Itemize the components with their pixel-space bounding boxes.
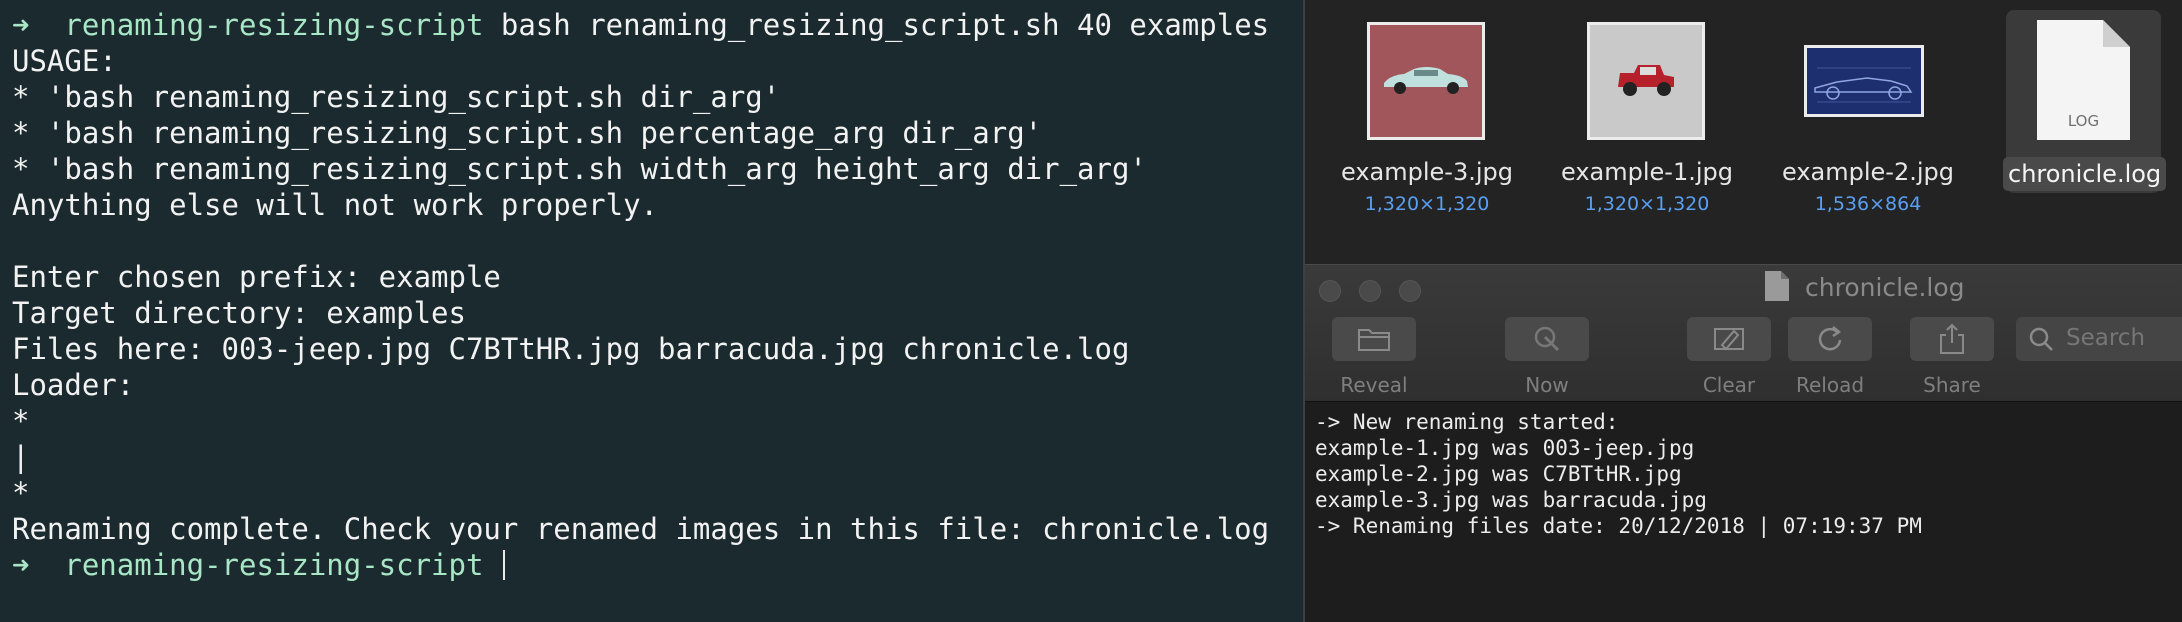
terminal-window[interactable]: ➜ renaming-resizing-script bash renaming… — [0, 0, 1303, 622]
toolbar-label: Reload — [1795, 373, 1865, 397]
toolbar-reload[interactable]: Reload — [1775, 317, 1885, 397]
log-line: example-1.jpg was 003-jeep.jpg — [1315, 436, 1695, 460]
search-icon — [2029, 327, 2053, 351]
terminal-command: bash renaming_resizing_script.sh 40 exam… — [500, 8, 1270, 42]
log-icon-label: LOG — [2067, 112, 2100, 130]
race-car-icon — [1814, 67, 1913, 103]
terminal-output-line: * 'bash renaming_resizing_script.sh dir_… — [12, 80, 781, 114]
toolbar-label: Now — [1525, 373, 1569, 397]
file-item-example-2[interactable]: example-2.jpg 1,536×864 — [1768, 0, 1968, 264]
share-icon — [1940, 323, 1964, 354]
toolbar-reveal[interactable]: Reveal — [1319, 317, 1429, 397]
file-name-selected[interactable]: chronicle.log — [2003, 157, 2167, 191]
terminal-output-line: Loader: — [12, 368, 135, 402]
now-button[interactable] — [1505, 317, 1589, 361]
prompt-arrow-icon: ➜ — [12, 548, 30, 582]
terminal-output-line: * — [12, 476, 30, 510]
now-icon — [1534, 326, 1560, 352]
red-car-thumbnail — [1367, 22, 1485, 140]
clear-button[interactable] — [1687, 317, 1771, 361]
minimize-button[interactable] — [1359, 280, 1381, 302]
toolbar-label: Reveal — [1340, 373, 1408, 397]
document-icon — [1765, 271, 1789, 307]
folder-icon — [1358, 329, 1390, 351]
file-dimensions: 1,536×864 — [1814, 193, 1922, 215]
console-window: chronicle.log Reveal Now Clear Reload Sh… — [1305, 264, 2182, 622]
zoom-button[interactable] — [1399, 280, 1421, 302]
file-item-example-1[interactable]: example-1.jpg 1,320×1,320 — [1547, 0, 1747, 264]
terminal-command-line: ➜ renaming-resizing-script bash renaming… — [12, 7, 1303, 43]
terminal-prompt-line[interactable]: ➜ renaming-resizing-script — [12, 547, 1303, 583]
terminal-output-line: Files here: 003-jeep.jpg C7BTtHR.jpg bar… — [12, 332, 1130, 366]
terminal-output-line: * 'bash renaming_resizing_script.sh widt… — [12, 152, 1147, 186]
terminal-output-line: Anything else will not work properly. — [12, 188, 659, 222]
reload-icon — [1818, 326, 1842, 351]
log-line: example-2.jpg was C7BTtHR.jpg — [1315, 462, 1682, 486]
console-titlebar[interactable]: chronicle.log Reveal Now Clear Reload Sh… — [1305, 264, 2182, 402]
log-document-icon[interactable]: LOG — [2037, 20, 2130, 140]
prompt-directory: renaming-resizing-script — [64, 8, 484, 42]
share-button[interactable] — [1910, 317, 1994, 361]
file-name: example-3.jpg — [1341, 158, 1513, 186]
window-title: chronicle.log — [1765, 271, 1965, 302]
car-icon — [1384, 67, 1468, 94]
file-name: example-2.jpg — [1782, 158, 1954, 186]
file-dimensions: 1,320×1,320 — [1584, 193, 1710, 215]
search-input[interactable]: Search — [2016, 317, 2182, 361]
terminal-output-line: * — [12, 404, 30, 438]
file-dimensions: 1,320×1,320 — [1364, 193, 1490, 215]
terminal-output-line: USAGE: — [12, 44, 117, 78]
file-item-example-3[interactable]: example-3.jpg 1,320×1,320 — [1327, 0, 1527, 264]
toolbar-now[interactable]: Now — [1492, 317, 1602, 397]
log-line: example-3.jpg was barracuda.jpg — [1315, 488, 1707, 512]
log-line: -> New renaming started: — [1315, 410, 1619, 434]
finder-window: example-3.jpg 1,320×1,320 example-1.jpg … — [1305, 0, 2182, 264]
search-placeholder: Search — [2066, 325, 2146, 351]
toolbar-share[interactable]: Share — [1897, 317, 2007, 397]
window-title-text: chronicle.log — [1805, 273, 1965, 302]
log-content[interactable]: -> New renaming started: example-1.jpg w… — [1305, 404, 2182, 622]
log-line: -> Renaming files date: 20/12/2018 | 07:… — [1315, 514, 1922, 538]
race-car-blueprint-thumbnail — [1804, 45, 1924, 117]
file-name: example-1.jpg — [1561, 158, 1733, 186]
jeep-icon — [1618, 65, 1674, 96]
prompt-arrow-icon: ➜ — [12, 8, 30, 42]
reload-button[interactable] — [1788, 317, 1872, 361]
toolbar-label: Share — [1923, 373, 1981, 397]
clear-icon — [1714, 328, 1744, 351]
terminal-output-line: Enter chosen prefix: example — [12, 260, 501, 294]
terminal-output-line: | — [12, 440, 30, 474]
jeep-thumbnail — [1587, 22, 1705, 140]
text-cursor — [502, 550, 505, 580]
terminal-output-line: * 'bash renaming_resizing_script.sh perc… — [12, 116, 1043, 150]
toolbar-clear[interactable]: Clear — [1674, 317, 1784, 397]
reveal-button[interactable] — [1332, 317, 1416, 361]
toolbar-label: Clear — [1702, 373, 1756, 397]
close-button[interactable] — [1319, 280, 1341, 302]
prompt-directory: renaming-resizing-script — [64, 548, 484, 582]
terminal-output-line: Renaming complete. Check your renamed im… — [12, 512, 1270, 546]
terminal-output-line: Target directory: examples — [12, 296, 466, 330]
